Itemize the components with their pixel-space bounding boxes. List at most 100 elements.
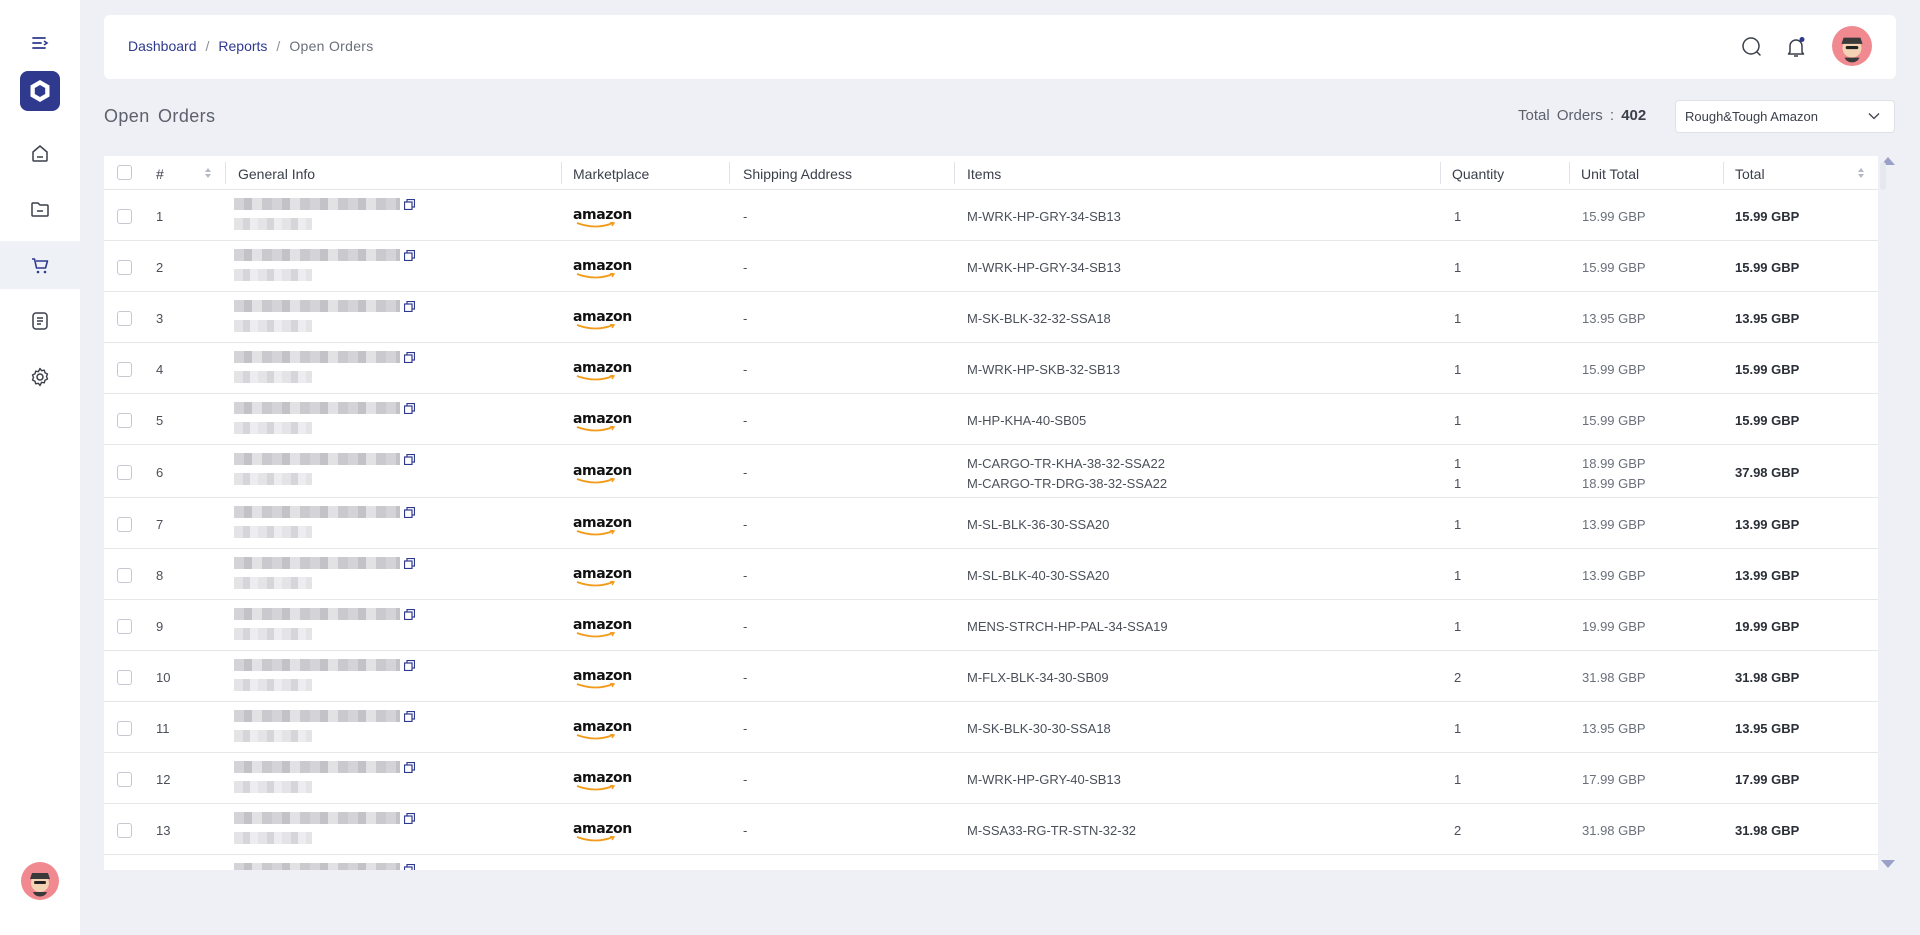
item-quantity: 1	[1454, 721, 1462, 736]
copy-icon[interactable]	[404, 813, 415, 824]
copy-icon[interactable]	[404, 660, 415, 671]
store-select[interactable]: Rough&Tough Amazon	[1675, 100, 1895, 133]
order-total: 19.99 GBP	[1735, 619, 1800, 634]
shipping-address: -	[743, 362, 748, 377]
row-checkbox[interactable]	[117, 260, 132, 275]
item-sku: M-CARGO-TR-DRG-38-32-SSA22	[967, 476, 1168, 491]
sort-icon[interactable]	[204, 167, 212, 179]
shipping-address: -	[743, 619, 748, 634]
shipping-address: -	[743, 823, 748, 838]
menu-toggle-icon[interactable]	[30, 34, 50, 52]
search-icon[interactable]	[1740, 35, 1764, 59]
general-info-redacted	[234, 730, 312, 742]
table-row[interactable]: 2 amazon - M-WRK-HP-GRY-34-SB13 1 15.99 GBP 15…	[104, 241, 1878, 292]
copy-icon[interactable]	[404, 762, 415, 773]
copy-icon[interactable]	[404, 352, 415, 363]
row-number: 1	[156, 209, 164, 224]
sort-icon[interactable]	[1857, 167, 1865, 179]
col-shipping-address: Shipping Address	[743, 166, 852, 182]
table-row[interactable]: 6 amazon - M-CARGO-TR-KHA-38-32-SSA22 1 18.99…	[104, 445, 1878, 498]
sidebar-item-settings[interactable]	[0, 353, 80, 401]
item-quantity: 1	[1454, 413, 1462, 428]
item-unit-total: 13.99 GBP	[1582, 568, 1646, 583]
copy-icon[interactable]	[404, 301, 415, 312]
breadcrumb-dashboard[interactable]: Dashboard	[128, 38, 197, 54]
row-checkbox[interactable]	[117, 823, 132, 838]
sidebar-item-lists[interactable]	[0, 297, 80, 345]
row-checkbox[interactable]	[117, 772, 132, 787]
item-sku: M-WRK-HP-GRY-34-SB13	[967, 260, 1121, 275]
scroll-down-icon[interactable]	[1881, 860, 1895, 868]
row-checkbox[interactable]	[117, 362, 132, 377]
shipping-address: -	[743, 209, 748, 224]
bell-icon[interactable]	[1784, 35, 1808, 59]
order-total: 13.99 GBP	[1735, 568, 1800, 583]
row-checkbox[interactable]	[117, 413, 132, 428]
general-info-redacted	[234, 249, 400, 261]
sidebar-item-orders[interactable]	[0, 241, 80, 289]
general-info-redacted	[234, 812, 400, 824]
col-general-info: General Info	[238, 166, 316, 182]
table-row[interactable]: 9 amazon - MENS-STRCH-HP-PAL-34-SSA19 1 19.99…	[104, 600, 1878, 651]
row-checkbox[interactable]	[117, 311, 132, 326]
item-unit-total: 13.95 GBP	[1582, 311, 1646, 326]
row-checkbox[interactable]	[117, 209, 132, 224]
table-row[interactable]: 8 amazon - M-SL-BLK-40-30-SSA20 1 13.99 GBP 13…	[104, 549, 1878, 600]
table-row[interactable]: 10 amazon - M-FLX-BLK-34-30-SB09 2 31.98 GBP 3…	[104, 651, 1878, 702]
order-total: 15.99 GBP	[1735, 209, 1800, 224]
table-row[interactable]: 1 amazon - M-WRK-HP-GRY-34-SB13 1 15.99 GBP 15…	[104, 190, 1878, 241]
scrollbar-thumb[interactable]	[1880, 162, 1886, 190]
general-info-redacted	[234, 453, 400, 465]
general-info-redacted	[234, 506, 400, 518]
item-quantity: 1	[1454, 311, 1462, 326]
copy-icon[interactable]	[404, 609, 415, 620]
row-checkbox[interactable]	[117, 568, 132, 583]
copy-icon[interactable]	[404, 558, 415, 569]
amazon-logo: amazon	[573, 668, 632, 689]
table-row[interactable]: 5 amazon - M-HP-KHA-40-SB05 1 15.99 GBP 15.99 …	[104, 394, 1878, 445]
copy-icon[interactable]	[404, 403, 415, 414]
user-avatar[interactable]	[1832, 26, 1872, 66]
copy-icon[interactable]	[404, 864, 415, 870]
general-info-redacted	[234, 351, 400, 363]
general-info-redacted	[234, 608, 400, 620]
general-info-redacted	[234, 679, 312, 691]
copy-icon[interactable]	[404, 454, 415, 465]
general-info-redacted	[234, 659, 400, 671]
col-marketplace: Marketplace	[573, 166, 650, 182]
row-checkbox[interactable]	[117, 619, 132, 634]
item-unit-total: 15.99 GBP	[1582, 362, 1646, 377]
table-row[interactable]: 4 amazon - M-WRK-HP-SKB-32-SB13 1 15.99 GBP 15…	[104, 343, 1878, 394]
table-row[interactable]: 11 amazon - M-SK-BLK-30-30-SSA18 1 13.95 GBP 1…	[104, 702, 1878, 753]
table-row[interactable]: 13 amazon - M-SSA33-RG-TR-STN-32-32 2 31.98 G…	[104, 804, 1878, 855]
copy-icon[interactable]	[404, 711, 415, 722]
page-title: Open Orders	[104, 106, 216, 126]
sidebar-item-home[interactable]	[0, 129, 80, 177]
col-quantity: Quantity	[1452, 166, 1505, 182]
row-checkbox[interactable]	[117, 465, 132, 480]
list-icon	[32, 312, 48, 330]
copy-icon[interactable]	[404, 250, 415, 261]
copy-icon[interactable]	[404, 199, 415, 210]
avatar[interactable]	[21, 862, 59, 900]
select-all-checkbox[interactable]	[117, 165, 132, 180]
row-checkbox[interactable]	[117, 670, 132, 685]
table-row[interactable]: 3 amazon - M-SK-BLK-32-32-SSA18 1 13.95 GBP 13…	[104, 292, 1878, 343]
sidebar-item-files[interactable]	[0, 185, 80, 233]
logo-icon[interactable]	[20, 71, 60, 111]
table-header: # General Info Marketplace Shipping Addr…	[104, 156, 1878, 190]
row-number: 2	[156, 260, 164, 275]
general-info-redacted	[234, 198, 400, 210]
row-number: 11	[156, 721, 170, 736]
row-checkbox[interactable]	[117, 721, 132, 736]
item-quantity: 1	[1454, 362, 1462, 377]
row-number: 3	[156, 311, 164, 326]
copy-icon[interactable]	[404, 507, 415, 518]
col-number[interactable]: #	[156, 166, 164, 182]
amazon-logo: amazon	[573, 258, 632, 279]
table-row[interactable]: 12 amazon - M-WRK-HP-GRY-40-SB13 1 17.99 GBP 1…	[104, 753, 1878, 804]
table-row[interactable]: 7 amazon - M-SL-BLK-36-30-SSA20 1 13.99 GBP 13…	[104, 498, 1878, 549]
row-checkbox[interactable]	[117, 517, 132, 532]
breadcrumb-reports[interactable]: Reports	[218, 38, 267, 54]
table-row[interactable]	[104, 855, 1878, 870]
